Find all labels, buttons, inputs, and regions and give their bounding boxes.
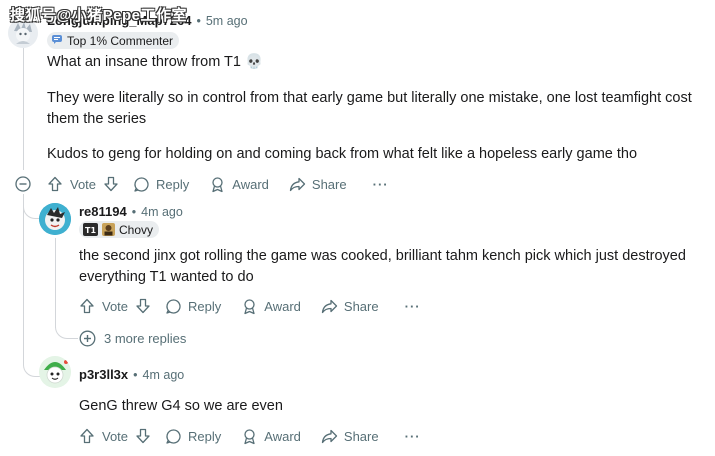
- reply-button[interactable]: Reply: [133, 176, 189, 193]
- upvote-icon: [80, 298, 94, 314]
- share-button[interactable]: Share: [321, 428, 379, 445]
- username[interactable]: re81194: [79, 204, 127, 219]
- thread-line-reply-1: [55, 238, 56, 328]
- downvote-button[interactable]: [103, 176, 119, 192]
- downvote-icon: [136, 298, 150, 314]
- downvote-icon: [104, 176, 118, 192]
- comment-body-line: What an insane throw from T1 💀: [47, 54, 264, 70]
- thread-elbow-more-replies: [55, 322, 78, 339]
- thread-line-main: [23, 42, 24, 170]
- award-icon: [212, 176, 223, 192]
- timestamp[interactable]: 5m ago: [206, 14, 248, 28]
- reply-button[interactable]: Reply: [165, 428, 221, 445]
- reply-icon: [134, 176, 149, 192]
- share-icon: [289, 177, 306, 191]
- award-button[interactable]: Award: [209, 176, 269, 193]
- comment-header: p3r3ll3x • 4m ago: [79, 367, 184, 382]
- award-icon: [244, 298, 255, 314]
- upvote-icon: [48, 176, 62, 192]
- more-replies-button[interactable]: 3 more replies: [79, 330, 186, 347]
- comment-body-line: They were literally so in control from t…: [47, 90, 692, 127]
- more-options-button[interactable]: ···: [405, 299, 421, 314]
- award-icon: [244, 428, 255, 444]
- reply-label: Reply: [188, 298, 222, 314]
- reply-button[interactable]: Reply: [165, 298, 221, 315]
- user-flair: Top 1% Commenter: [47, 32, 180, 49]
- upvote-button[interactable]: [47, 176, 63, 192]
- share-button[interactable]: Share: [321, 298, 379, 315]
- more-options-button[interactable]: ···: [373, 177, 389, 192]
- comment-actions: Vote Reply Award Share ···: [79, 425, 421, 447]
- comment-body: the second jinx got rolling the game was…: [79, 248, 686, 285]
- vote-label: Vote: [102, 298, 129, 314]
- award-button[interactable]: Award: [241, 298, 301, 315]
- share-label: Share: [343, 298, 379, 314]
- player-portrait-icon: [102, 223, 115, 236]
- user-flair: T1 Chovy: [79, 221, 160, 238]
- comment-actions: Vote Reply Award Share ···: [79, 295, 421, 317]
- share-label: Share: [343, 428, 379, 444]
- downvote-button[interactable]: [135, 428, 151, 444]
- avatar[interactable]: [39, 356, 71, 388]
- award-button[interactable]: Award: [241, 428, 301, 445]
- thread-elbow-reply-2: [23, 362, 40, 377]
- comment-actions: Vote Reply Award Share ···: [47, 173, 389, 195]
- watermark: 搜狐号@小猪Pepe工作室: [10, 7, 187, 24]
- expand-icon: [79, 330, 96, 347]
- separator: •: [196, 13, 201, 28]
- award-label: Award: [264, 428, 301, 444]
- username[interactable]: p3r3ll3x: [79, 367, 128, 382]
- thread-line-main-lower: [23, 194, 24, 364]
- timestamp[interactable]: 4m ago: [143, 368, 185, 382]
- avatar[interactable]: [39, 203, 71, 235]
- award-label: Award: [264, 298, 301, 314]
- award-label: Award: [232, 176, 269, 192]
- more-options-button[interactable]: ···: [405, 429, 421, 444]
- flair-text: Top 1% Commenter: [67, 33, 174, 48]
- comment-header: re81194 • 4m ago: [79, 204, 183, 219]
- separator: •: [131, 204, 137, 219]
- reply-label: Reply: [188, 428, 222, 444]
- comment-body-line: Kudos to geng for holding on and coming …: [47, 146, 638, 162]
- upvote-button[interactable]: [79, 428, 95, 444]
- flair-text: Chovy: [119, 222, 154, 237]
- vote-label: Vote: [102, 428, 129, 444]
- reply-icon: [166, 298, 181, 314]
- reply-label: Reply: [156, 176, 190, 192]
- comment-body: GenG threw G4 so we are even: [79, 398, 283, 414]
- more-replies-label: 3 more replies: [104, 331, 187, 346]
- share-icon: [321, 299, 338, 313]
- upvote-icon: [80, 428, 94, 444]
- commenter-badge-icon: [51, 33, 63, 48]
- vote-label: Vote: [70, 176, 97, 192]
- collapse-button[interactable]: [15, 176, 31, 192]
- share-icon: [321, 429, 338, 443]
- reply-icon: [166, 428, 181, 444]
- timestamp[interactable]: 4m ago: [141, 205, 183, 219]
- share-label: Share: [311, 176, 347, 192]
- t1-logo-icon: T1: [83, 223, 98, 236]
- svg-text:T1: T1: [85, 226, 96, 235]
- thread-elbow-reply-1: [23, 200, 40, 219]
- upvote-button[interactable]: [79, 298, 95, 314]
- collapse-icon: [15, 176, 31, 192]
- downvote-icon: [136, 428, 150, 444]
- separator: •: [133, 367, 138, 382]
- share-button[interactable]: Share: [289, 176, 347, 193]
- downvote-button[interactable]: [135, 298, 151, 314]
